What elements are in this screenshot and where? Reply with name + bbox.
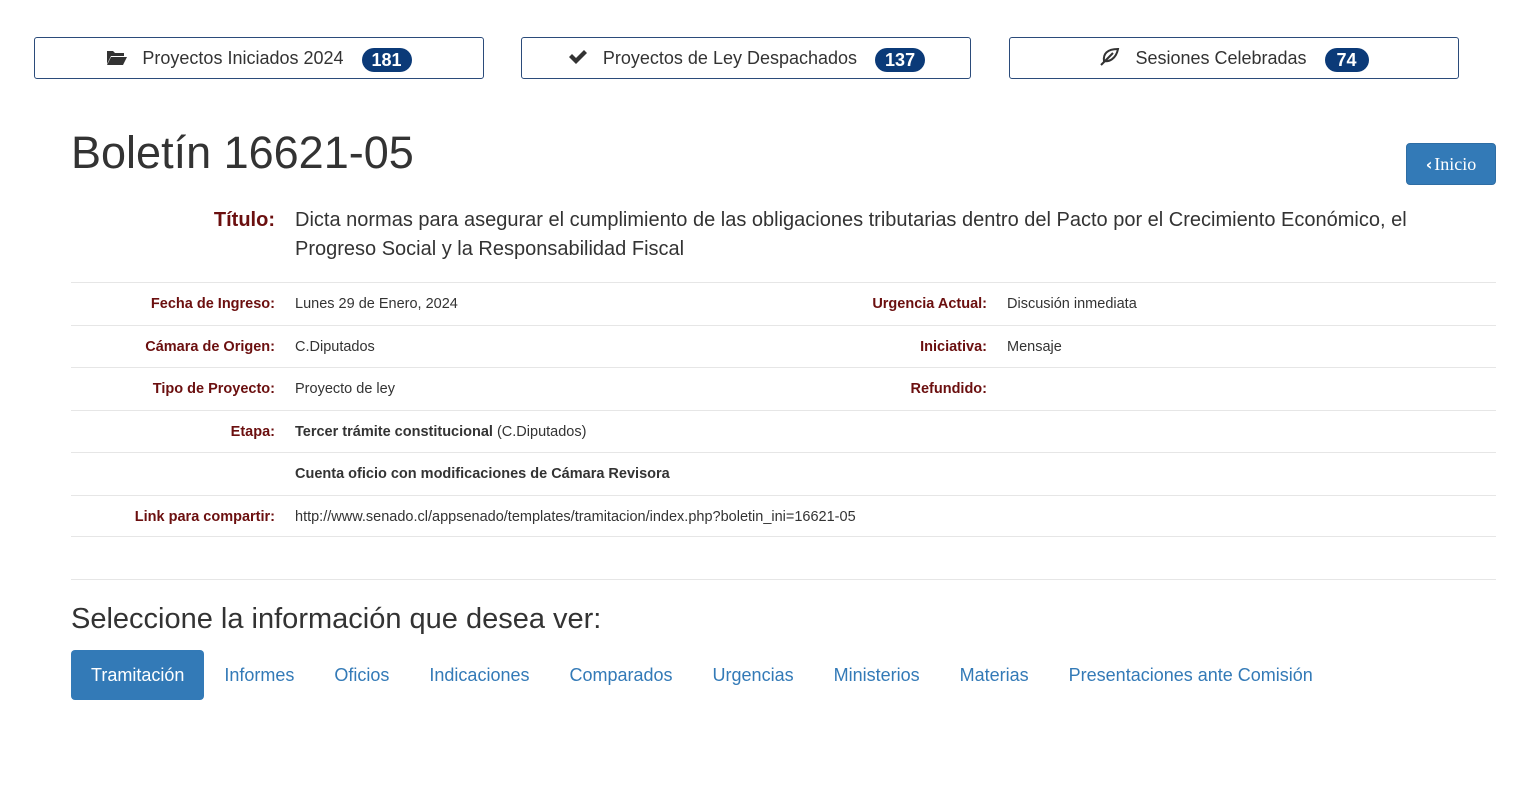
fecha-ingreso-label: Fecha de Ingreso: — [150, 296, 275, 312]
inicio-button[interactable]: ‹ Inicio — [1406, 143, 1496, 185]
section-title: Seleccione la información que desea ver: — [71, 603, 602, 635]
urgencia-actual-value: Discusión inmediata — [1007, 296, 1137, 312]
stat-label: Sesiones Celebradas — [1135, 47, 1307, 68]
share-link[interactable]: http://www.senado.cl/appsenado/templates… — [295, 509, 856, 525]
stat-proyectos-despachados[interactable]: Proyectos de Ley Despachados 137 — [521, 37, 971, 79]
info-row: Etapa: Tercer trámite constitucional (C.… — [71, 409, 1496, 453]
titulo-label: Título: — [213, 209, 275, 231]
chevron-left-icon: ‹ — [1425, 154, 1433, 174]
info-row: Cámara de Origen: C.Diputados Iniciativa… — [71, 324, 1496, 368]
camara-origen-label: Cámara de Origen: — [145, 338, 275, 355]
tab-indicaciones[interactable]: Indicaciones — [409, 650, 549, 700]
checkmark-icon — [567, 48, 589, 66]
etapa-value: Tercer trámite constitucional (C.Diputad… — [295, 424, 586, 440]
tab-ministerios[interactable]: Ministerios — [814, 650, 940, 700]
tipo-proyecto-label: Tipo de Proyecto: — [152, 381, 275, 397]
stat-count-badge: 137 — [875, 48, 926, 72]
iniciativa-label: Iniciativa: — [920, 338, 987, 355]
iniciativa-value: Mensaje — [1007, 338, 1062, 355]
fecha-ingreso-value: Lunes 29 de Enero, 2024 — [295, 296, 458, 312]
urgencia-actual-label: Urgencia Actual: — [872, 296, 987, 312]
leaf-icon — [1099, 47, 1121, 66]
tipo-proyecto-value: Proyecto de ley — [295, 381, 395, 397]
info-table: Fecha de Ingreso: Lunes 29 de Enero, 202… — [71, 282, 1496, 537]
info-row: Link para compartir: http://www.senado.c… — [71, 494, 1496, 537]
link-label: Link para compartir: — [134, 508, 275, 525]
camara-origen-value: C.Diputados — [295, 338, 375, 355]
stat-label: Proyectos Iniciados 2024 — [142, 47, 344, 68]
titulo-text: Dicta normas para asegurar el cumplimien… — [295, 209, 1407, 260]
refundido-label: Refundido: — [910, 381, 987, 397]
stat-label: Proyectos de Ley Despachados — [602, 47, 858, 68]
info-tabs: Tramitación Informes Oficios Indicacione… — [71, 650, 1333, 700]
etapa-label: Etapa: — [230, 423, 275, 440]
folder-open-icon — [106, 48, 128, 66]
subetapa-value: Cuenta oficio con modificaciones de Cáma… — [295, 466, 670, 482]
divider — [71, 579, 1496, 580]
stat-count-badge: 74 — [1324, 48, 1369, 72]
tab-oficios[interactable]: Oficios — [314, 650, 409, 700]
tab-comparados[interactable]: Comparados — [549, 650, 692, 700]
info-row: Tipo de Proyecto: Proyecto de ley Refund… — [71, 367, 1496, 410]
page-title: Boletín 16621-05 — [71, 127, 414, 178]
stat-proyectos-iniciados[interactable]: Proyectos Iniciados 2024 181 — [34, 37, 484, 79]
etapa-value-rest: (C.Diputados) — [492, 423, 587, 440]
stat-sesiones-celebradas[interactable]: Sesiones Celebradas 74 — [1009, 37, 1459, 79]
etapa-value-bold: Tercer trámite constitucional — [295, 423, 493, 440]
info-row: Cuenta oficio con modificaciones de Cáma… — [71, 452, 1496, 495]
tab-presentaciones[interactable]: Presentaciones ante Comisión — [1049, 650, 1333, 700]
tab-tramitacion[interactable]: Tramitación — [71, 650, 205, 700]
inicio-label: Inicio — [1434, 153, 1477, 174]
tab-urgencias[interactable]: Urgencias — [693, 650, 814, 700]
tab-informes[interactable]: Informes — [204, 650, 314, 700]
info-row: Fecha de Ingreso: Lunes 29 de Enero, 202… — [71, 282, 1496, 325]
stat-count-badge: 181 — [361, 48, 412, 72]
tab-materias[interactable]: Materias — [940, 650, 1049, 700]
